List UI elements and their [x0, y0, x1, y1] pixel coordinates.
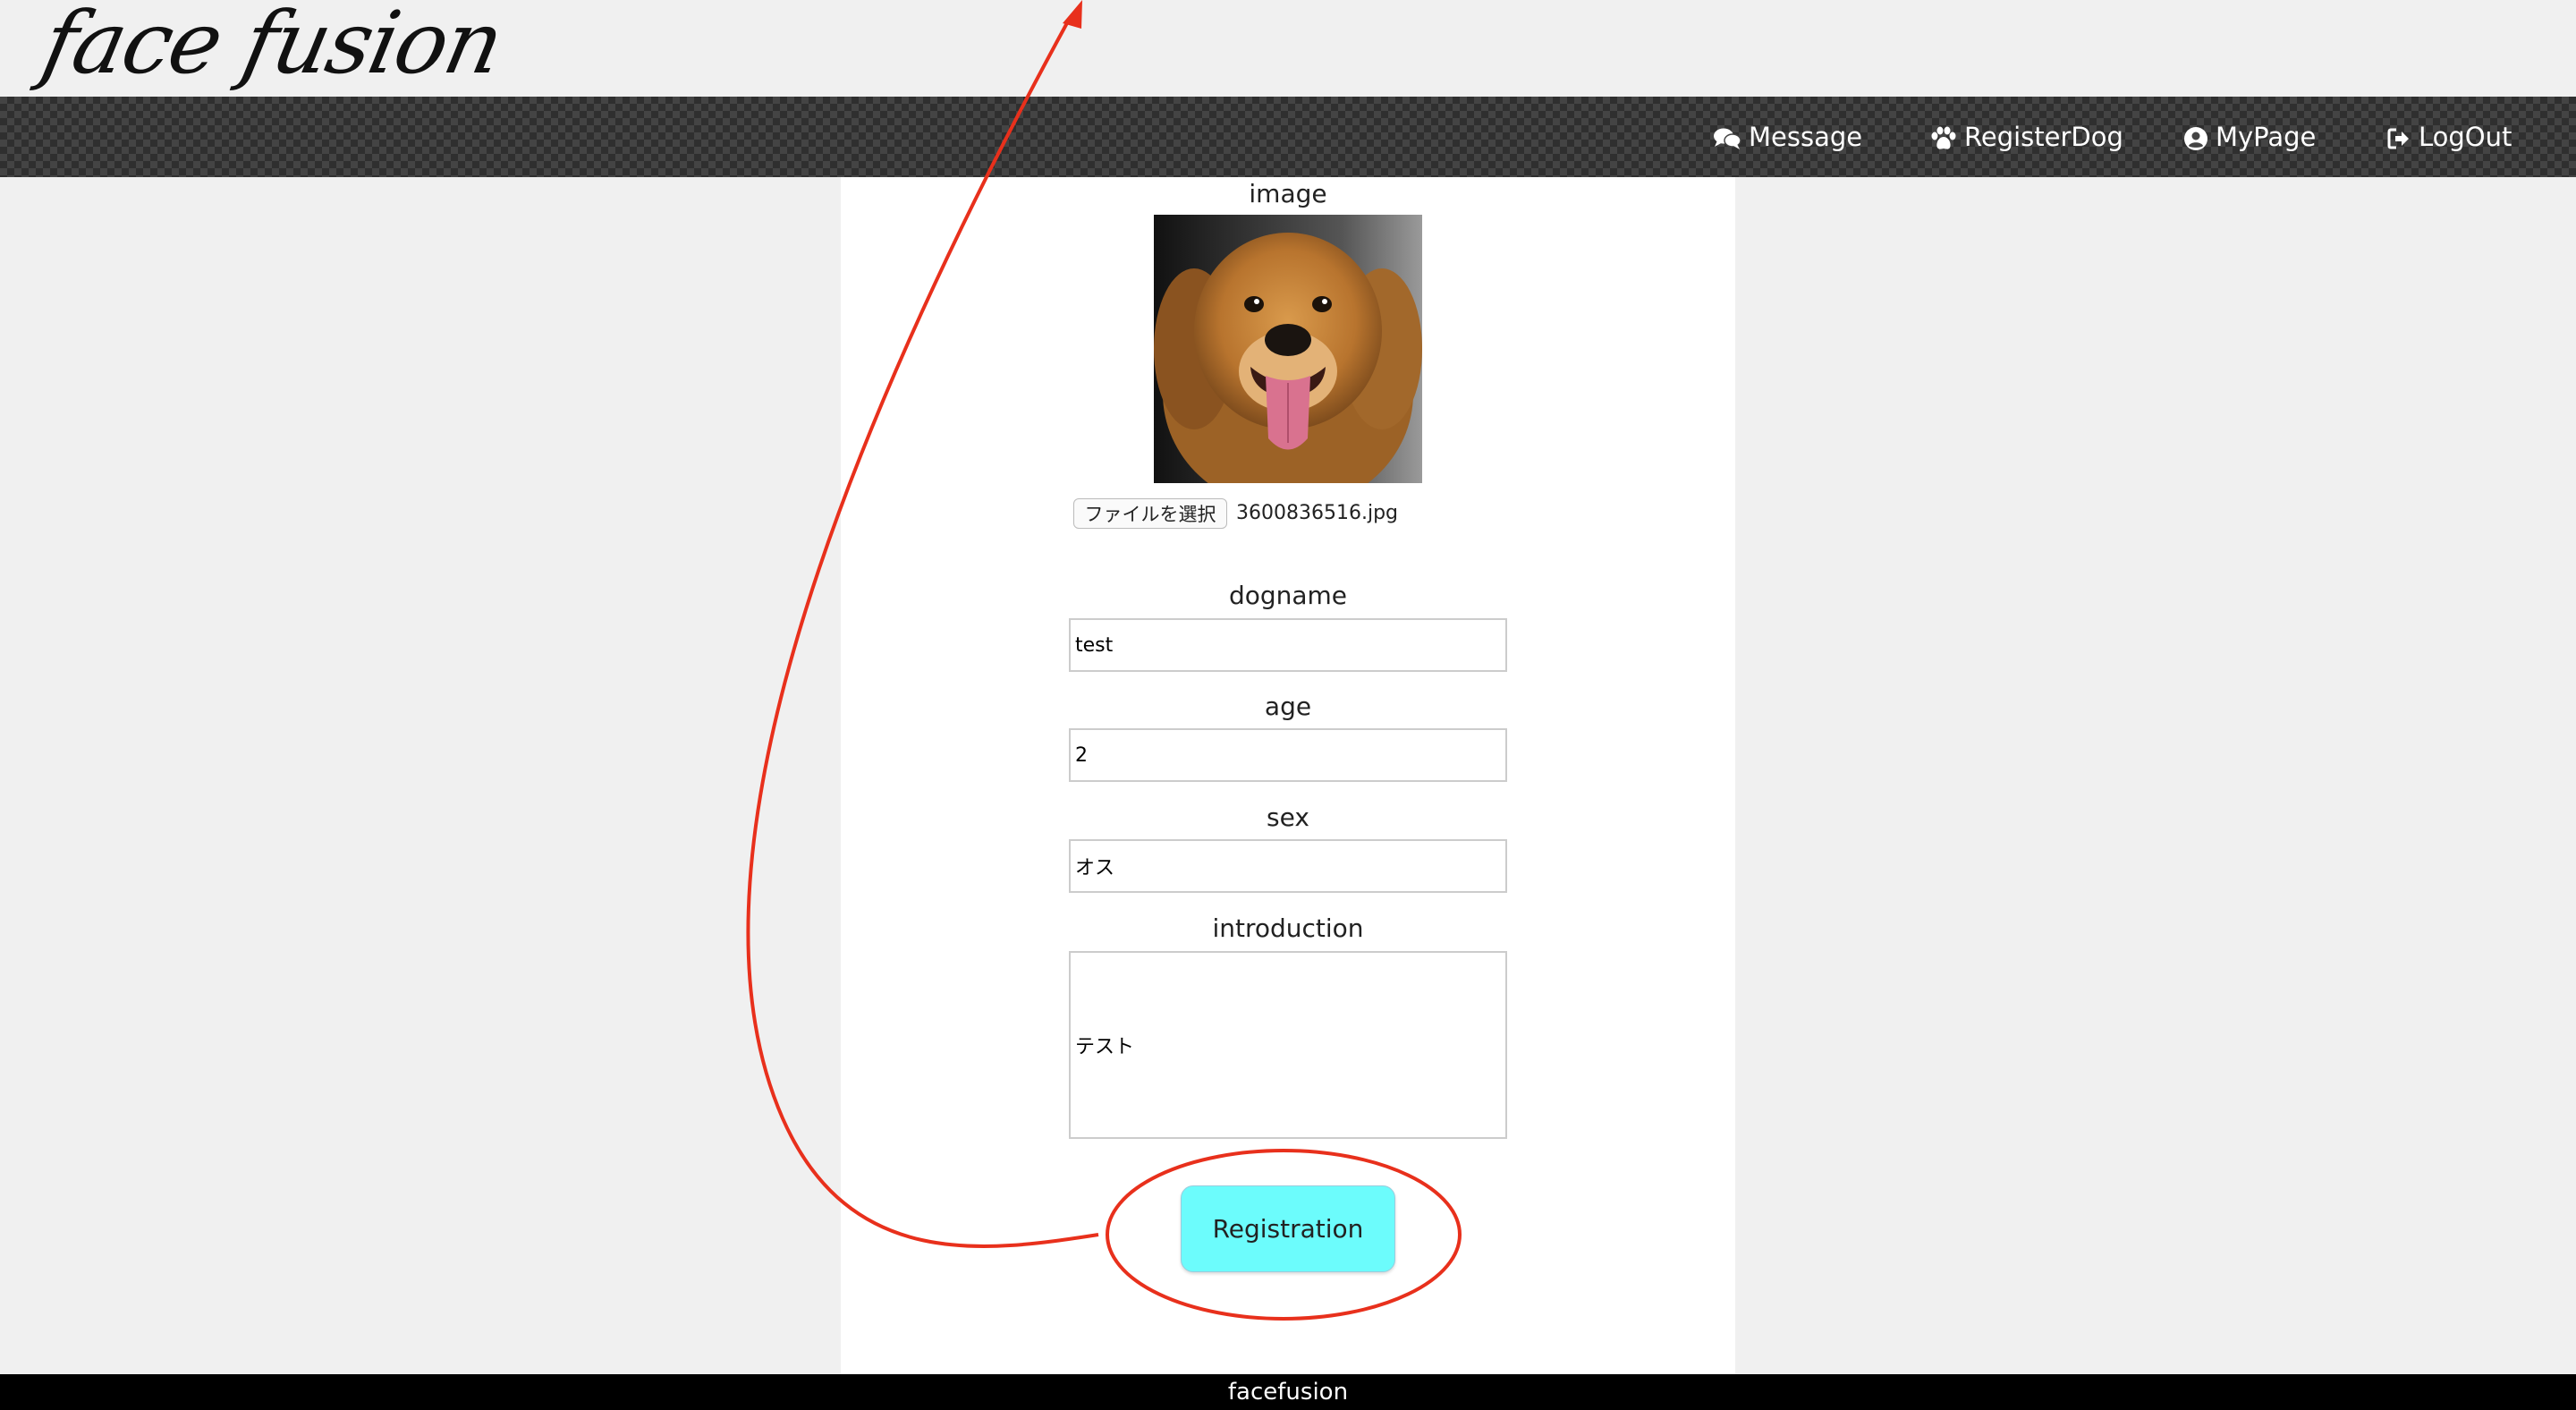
- top-navbar: Message RegisterDog MyPage LogOut: [0, 97, 2576, 177]
- sex-value: オス: [1075, 857, 1115, 879]
- annotation-arrowhead: [1063, 0, 1082, 29]
- nav-item-registerdog[interactable]: RegisterDog: [1930, 97, 2123, 177]
- nav-label-registerdog: RegisterDog: [1964, 122, 2123, 152]
- introduction-textarea[interactable]: テスト: [1069, 951, 1507, 1139]
- nav-item-message[interactable]: Message: [1713, 97, 1862, 177]
- paw-icon: [1930, 126, 1957, 151]
- nav-item-logout[interactable]: LogOut: [2386, 97, 2512, 177]
- nav-label-logout: LogOut: [2419, 122, 2512, 152]
- site-logo[interactable]: face fusion: [34, 0, 511, 93]
- selected-file-name: 3600836516.jpg: [1236, 502, 1399, 524]
- dogname-input[interactable]: test: [1069, 618, 1507, 672]
- age-value: 2: [1075, 743, 1088, 767]
- nav-label-message: Message: [1749, 122, 1863, 152]
- image-label: image: [1249, 179, 1327, 208]
- dogname-value: test: [1075, 633, 1114, 657]
- choose-file-button[interactable]: ファイルを選択: [1073, 498, 1227, 529]
- age-input[interactable]: 2: [1069, 728, 1507, 782]
- user-circle-icon: [2183, 126, 2208, 151]
- age-label: age: [1264, 692, 1312, 721]
- sign-out-icon: [2386, 126, 2411, 151]
- dog-photo: [1154, 215, 1422, 483]
- site-footer: facefusion: [0, 1374, 2576, 1410]
- sex-input[interactable]: オス: [1069, 839, 1507, 893]
- comments-icon: [1713, 126, 1741, 151]
- nav-item-mypage[interactable]: MyPage: [2183, 97, 2316, 177]
- dogname-label: dogname: [1228, 581, 1348, 610]
- introduction-value: テスト: [1075, 1036, 1135, 1058]
- sex-label: sex: [1267, 803, 1309, 832]
- introduction-label: introduction: [1212, 913, 1364, 943]
- nav-label-mypage: MyPage: [2216, 122, 2317, 152]
- registration-button[interactable]: Registration: [1181, 1185, 1395, 1272]
